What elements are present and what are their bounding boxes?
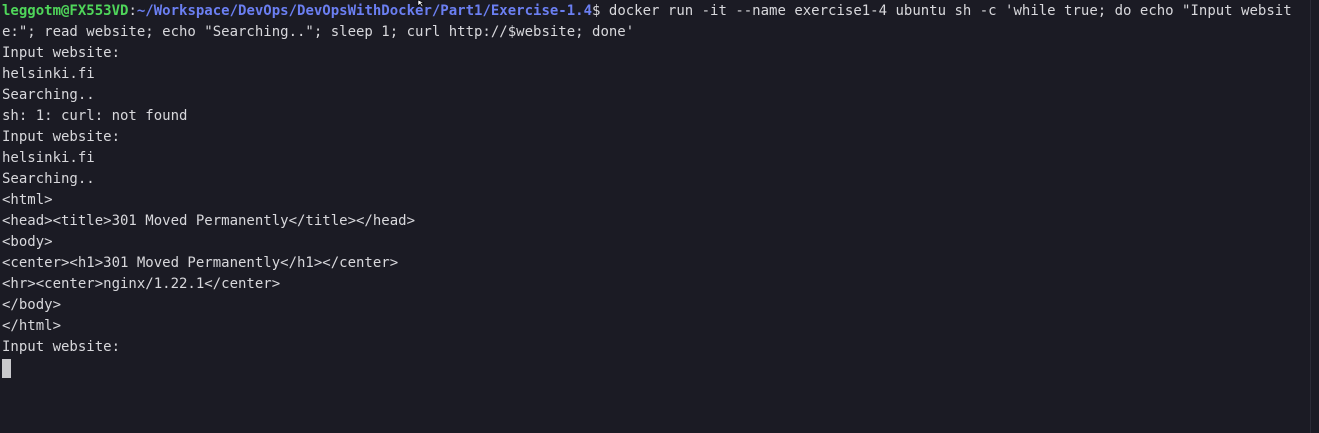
prompt-path: ~/Workspace/DevOps/DevOpsWithDocker/Part… xyxy=(136,3,593,19)
output-line: Searching.. xyxy=(2,171,95,187)
output-line: helsinki.fi xyxy=(2,150,95,166)
output-line: sh: 1: curl: not found xyxy=(2,108,188,124)
terminal-window[interactable]: leggotm@FX553VD:~/Workspace/DevOps/DevOp… xyxy=(0,0,1319,433)
prompt-colon: : xyxy=(128,3,137,19)
output-line: <head><title>301 Moved Permanently</titl… xyxy=(2,213,416,229)
output-line: <html> xyxy=(2,192,53,208)
output-line: <body> xyxy=(2,234,53,250)
output-line: Searching.. xyxy=(2,87,95,103)
scrollbar-thumb[interactable] xyxy=(1310,0,1319,433)
text-cursor xyxy=(2,359,11,378)
prompt-dollar: $ xyxy=(592,3,609,19)
command-prompt-line: leggotm@FX553VD:~/Workspace/DevOps/DevOp… xyxy=(2,1,1307,43)
output-line: helsinki.fi xyxy=(2,66,95,82)
output-line: <center><h1>301 Moved Permanently</h1></… xyxy=(2,255,399,271)
output-line: </html> xyxy=(2,318,62,334)
output-line: <hr><center>nginx/1.22.1</center> xyxy=(2,276,281,292)
mouse-pointer-icon xyxy=(417,0,425,7)
input-line[interactable] xyxy=(2,358,1319,379)
output-line: Input website: xyxy=(2,339,121,355)
output-line: </body> xyxy=(2,297,62,313)
prompt-user-host: leggotm@FX553VD xyxy=(2,3,129,19)
vertical-scrollbar[interactable] xyxy=(1310,0,1319,433)
output-line: Input website: xyxy=(2,45,121,61)
output-line: Input website: xyxy=(2,129,121,145)
